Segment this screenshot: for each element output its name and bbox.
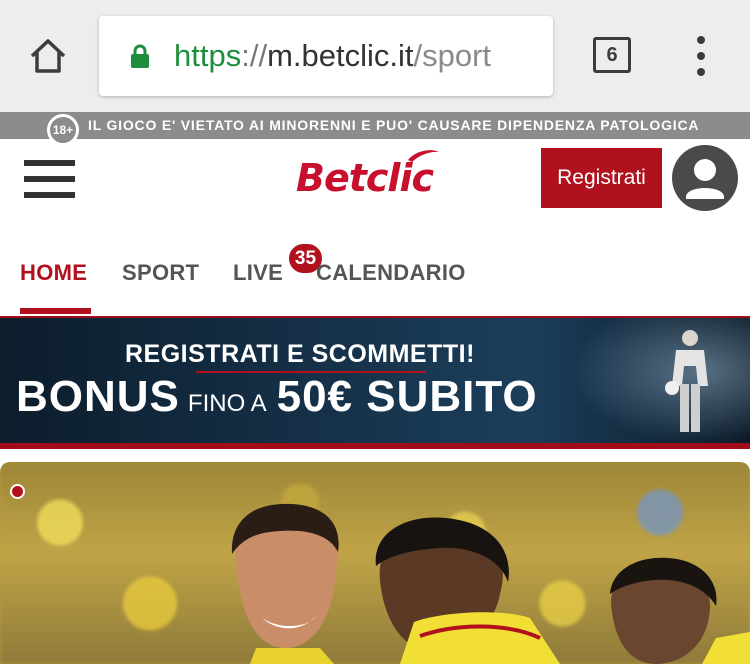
active-tab-indicator	[20, 308, 91, 314]
user-account-icon	[686, 159, 724, 199]
user-account-button[interactable]	[672, 145, 738, 211]
lock-icon	[131, 44, 149, 68]
url-scheme: https	[174, 38, 242, 73]
banner-amount: 50€ SUBITO	[276, 372, 538, 421]
betclic-logo[interactable]: Betclic	[296, 146, 446, 202]
banner-offer: BONUS FINO A 50€ SUBITO	[16, 372, 538, 422]
url-separator: ://	[241, 38, 268, 73]
tab-home[interactable]: HOME	[20, 260, 87, 286]
more-vert-icon[interactable]	[690, 36, 712, 76]
football-players-celebrating-photo	[231, 503, 750, 664]
url-host: m.betclic.it	[267, 38, 414, 73]
browser-home-button[interactable]	[26, 34, 70, 78]
home-icon	[30, 39, 66, 73]
banner-bonus: BONUS	[16, 372, 180, 421]
gambling-warning-text: IL GIOCO E' VIETATO AI MINORENNI E PUO' …	[88, 117, 700, 133]
register-button[interactable]: Registrati	[541, 148, 662, 208]
url-path: /sport	[413, 38, 492, 73]
hamburger-menu-icon[interactable]	[24, 160, 75, 198]
football-player-illustration	[665, 330, 708, 432]
logo-text: Betclic	[296, 156, 434, 200]
tab-calendario[interactable]: CALENDARIO	[316, 260, 466, 286]
stadium-lights	[560, 318, 750, 443]
banner-fino: FINO A	[187, 390, 267, 417]
tab-sport[interactable]: SPORT	[122, 260, 199, 286]
carousel-indicator-dot[interactable]	[10, 484, 25, 499]
tab-live[interactable]: LIVE	[233, 260, 283, 286]
url-text: https://m.betclic.it/sport	[174, 38, 491, 74]
tab-switcher-button[interactable]: 6	[593, 37, 631, 73]
age-restriction-badge: 18+	[47, 114, 79, 146]
banner-headline: REGISTRATI E SCOMMETTI!	[125, 340, 475, 368]
address-bar[interactable]: https://m.betclic.it/sport	[99, 16, 553, 96]
